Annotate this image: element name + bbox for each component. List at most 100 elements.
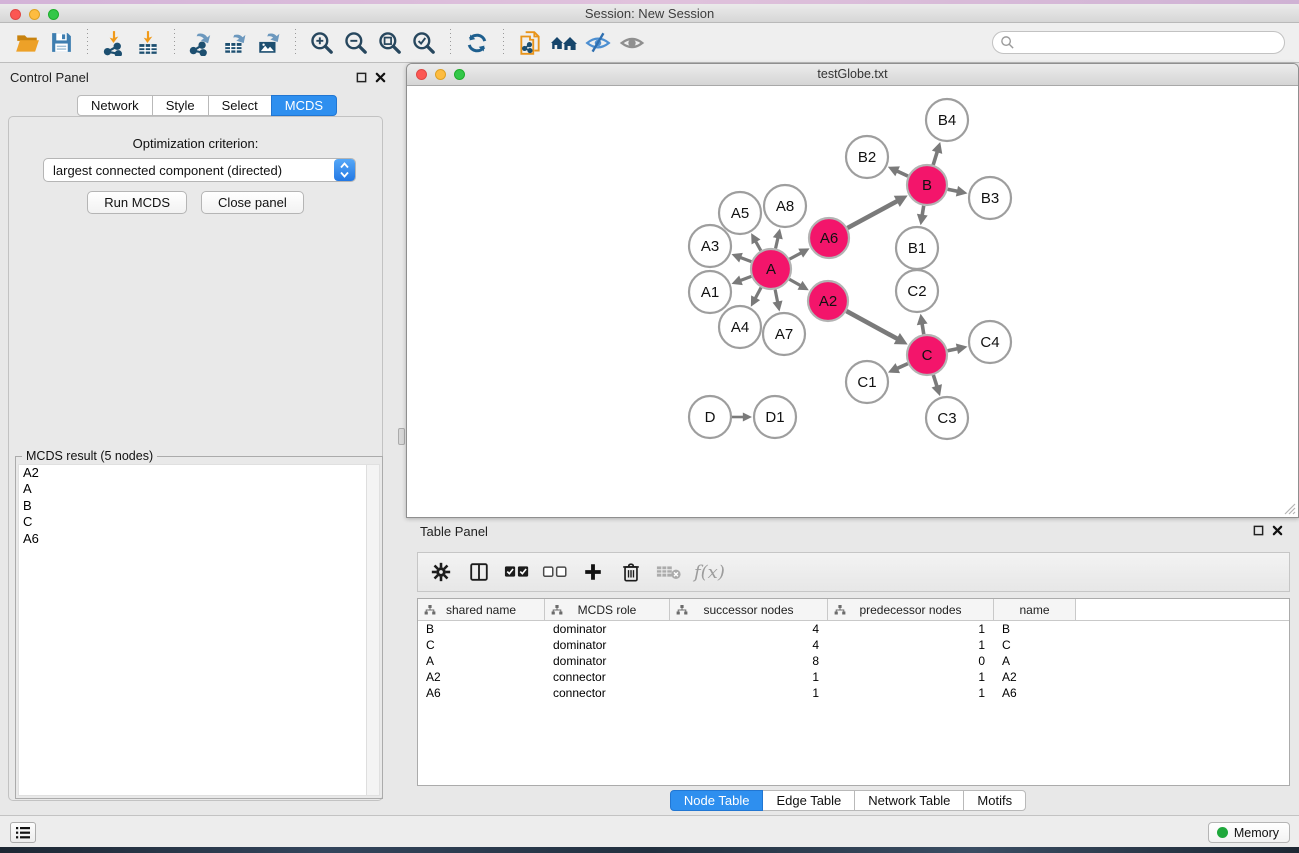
tab-mcds[interactable]: MCDS bbox=[271, 95, 337, 116]
export-network-button[interactable] bbox=[184, 27, 218, 59]
close-panel-button[interactable]: Close panel bbox=[201, 191, 304, 214]
graph-edge-A2-C[interactable] bbox=[846, 311, 897, 339]
column-header-name[interactable]: name bbox=[994, 599, 1076, 620]
cell-predecessor-nodes[interactable]: 1 bbox=[828, 670, 994, 684]
column-header-successor-nodes[interactable]: successor nodes bbox=[670, 599, 828, 620]
cell-successor-nodes[interactable]: 4 bbox=[670, 622, 828, 636]
cell-name[interactable]: C bbox=[994, 638, 1076, 652]
tab-network[interactable]: Network bbox=[77, 95, 153, 116]
graph-edge-C-C1[interactable] bbox=[897, 364, 908, 369]
cell-mcds-role[interactable]: connector bbox=[545, 670, 670, 684]
cell-name[interactable]: A6 bbox=[994, 686, 1076, 700]
cell-predecessor-nodes[interactable]: 1 bbox=[828, 622, 994, 636]
zoom-in-button[interactable] bbox=[305, 27, 339, 59]
criterion-dropdown[interactable]: largest connected component (directed) bbox=[43, 158, 356, 182]
column-header-shared-name[interactable]: shared name bbox=[418, 599, 545, 620]
run-mcds-button[interactable]: Run MCDS bbox=[87, 191, 187, 214]
graph-edge-B-B4[interactable] bbox=[933, 151, 937, 165]
graph-edge-B-B1[interactable] bbox=[922, 206, 924, 216]
cell-name[interactable]: B bbox=[994, 622, 1076, 636]
zoom-out-button[interactable] bbox=[339, 27, 373, 59]
tab-select[interactable]: Select bbox=[208, 95, 272, 116]
task-history-button[interactable] bbox=[10, 822, 36, 843]
cell-name[interactable]: A2 bbox=[994, 670, 1076, 684]
hide-panels-button[interactable] bbox=[581, 27, 615, 59]
tab-motifs[interactable]: Motifs bbox=[963, 790, 1026, 811]
tab-network-table[interactable]: Network Table bbox=[854, 790, 964, 811]
mcds-result-item[interactable]: B bbox=[19, 498, 379, 514]
mcds-result-item[interactable]: A6 bbox=[19, 531, 379, 547]
cell-predecessor-nodes[interactable]: 1 bbox=[828, 638, 994, 652]
function-builder-button[interactable]: f(x) bbox=[692, 562, 725, 583]
table-row[interactable]: A dominator 8 0 A bbox=[418, 653, 1289, 669]
graph-edge-B-B2[interactable] bbox=[897, 171, 908, 176]
table-row[interactable]: C dominator 4 1 C bbox=[418, 637, 1289, 653]
graph-edge-A6-B[interactable] bbox=[847, 201, 897, 228]
graph-edge-A-A7[interactable] bbox=[775, 290, 778, 303]
add-column-button[interactable] bbox=[578, 557, 608, 587]
network-canvas[interactable]: B4B2BB3A5A8A6A3AB1A1C2A2A4A7C4CC1C3DD1 bbox=[407, 86, 1298, 517]
cell-successor-nodes[interactable]: 4 bbox=[670, 638, 828, 652]
tab-node-table[interactable]: Node Table bbox=[670, 790, 764, 811]
graph-edge-A-A8[interactable] bbox=[776, 237, 778, 248]
search-input[interactable] bbox=[992, 31, 1285, 54]
export-image-button[interactable] bbox=[252, 27, 286, 59]
cell-predecessor-nodes[interactable]: 0 bbox=[828, 654, 994, 668]
select-all-button[interactable] bbox=[502, 557, 532, 587]
graph-edge-A-A3[interactable] bbox=[740, 257, 751, 261]
save-session-button[interactable] bbox=[44, 27, 78, 59]
delete-column-button[interactable] bbox=[616, 557, 646, 587]
cell-mcds-role[interactable]: dominator bbox=[545, 654, 670, 668]
graph-svg[interactable]: B4B2BB3A5A8A6A3AB1A1C2A2A4A7C4CC1C3DD1 bbox=[407, 86, 1298, 517]
cell-successor-nodes[interactable]: 1 bbox=[670, 686, 828, 700]
close-panel-icon[interactable] bbox=[1272, 525, 1283, 536]
graph-edge-C-C2[interactable] bbox=[922, 323, 924, 334]
cell-shared-name[interactable]: C bbox=[418, 638, 545, 652]
cell-shared-name[interactable]: A2 bbox=[418, 670, 545, 684]
cell-shared-name[interactable]: B bbox=[418, 622, 545, 636]
cell-shared-name[interactable]: A bbox=[418, 654, 545, 668]
graph-edge-C-C3[interactable] bbox=[933, 375, 937, 387]
cell-mcds-role[interactable]: dominator bbox=[545, 638, 670, 652]
tab-style[interactable]: Style bbox=[152, 95, 209, 116]
split-table-button[interactable] bbox=[464, 557, 494, 587]
mcds-result-item[interactable]: A2 bbox=[19, 465, 379, 481]
table-row[interactable]: B dominator 4 1 B bbox=[418, 621, 1289, 637]
cell-mcds-role[interactable]: connector bbox=[545, 686, 670, 700]
graph-edge-A-A2[interactable] bbox=[789, 279, 801, 285]
resize-grip-icon[interactable] bbox=[1284, 503, 1296, 515]
column-header-mcds-role[interactable]: MCDS role bbox=[545, 599, 670, 620]
graph-edge-A-A4[interactable] bbox=[755, 288, 761, 299]
mcds-result-list[interactable]: A2 A B C A6 bbox=[18, 464, 380, 796]
vertical-split-grip[interactable] bbox=[398, 428, 405, 445]
close-panel-icon[interactable] bbox=[375, 72, 386, 83]
cell-mcds-role[interactable]: dominator bbox=[545, 622, 670, 636]
import-table-button[interactable] bbox=[131, 27, 165, 59]
zoom-fit-button[interactable] bbox=[373, 27, 407, 59]
deselect-all-button[interactable] bbox=[540, 557, 570, 587]
refresh-layout-button[interactable] bbox=[460, 27, 494, 59]
scrollbar-track[interactable] bbox=[366, 465, 379, 795]
graph-edge-A-A6[interactable] bbox=[790, 253, 802, 259]
show-overview-button[interactable] bbox=[615, 27, 649, 59]
graph-edge-A-A1[interactable] bbox=[740, 276, 751, 280]
cell-shared-name[interactable]: A6 bbox=[418, 686, 545, 700]
graph-edge-B-B3[interactable] bbox=[948, 189, 958, 191]
delete-table-button[interactable] bbox=[654, 557, 684, 587]
network-window-titlebar[interactable]: testGlobe.txt bbox=[407, 64, 1298, 86]
tab-edge-table[interactable]: Edge Table bbox=[762, 790, 855, 811]
table-settings-button[interactable] bbox=[426, 557, 456, 587]
float-panel-icon[interactable] bbox=[356, 72, 367, 83]
cell-name[interactable]: A bbox=[994, 654, 1076, 668]
table-row[interactable]: A2 connector 1 1 A2 bbox=[418, 669, 1289, 685]
mcds-result-item[interactable]: C bbox=[19, 514, 379, 530]
table-row[interactable]: A6 connector 1 1 A6 bbox=[418, 685, 1289, 701]
graph-edge-A-A5[interactable] bbox=[756, 241, 761, 251]
export-table-button[interactable] bbox=[218, 27, 252, 59]
column-header-predecessor-nodes[interactable]: predecessor nodes bbox=[828, 599, 994, 620]
memory-button[interactable]: Memory bbox=[1208, 822, 1290, 843]
network-from-document-button[interactable] bbox=[513, 27, 547, 59]
cell-successor-nodes[interactable]: 8 bbox=[670, 654, 828, 668]
graph-edge-C-C4[interactable] bbox=[948, 349, 958, 351]
import-network-button[interactable] bbox=[97, 27, 131, 59]
